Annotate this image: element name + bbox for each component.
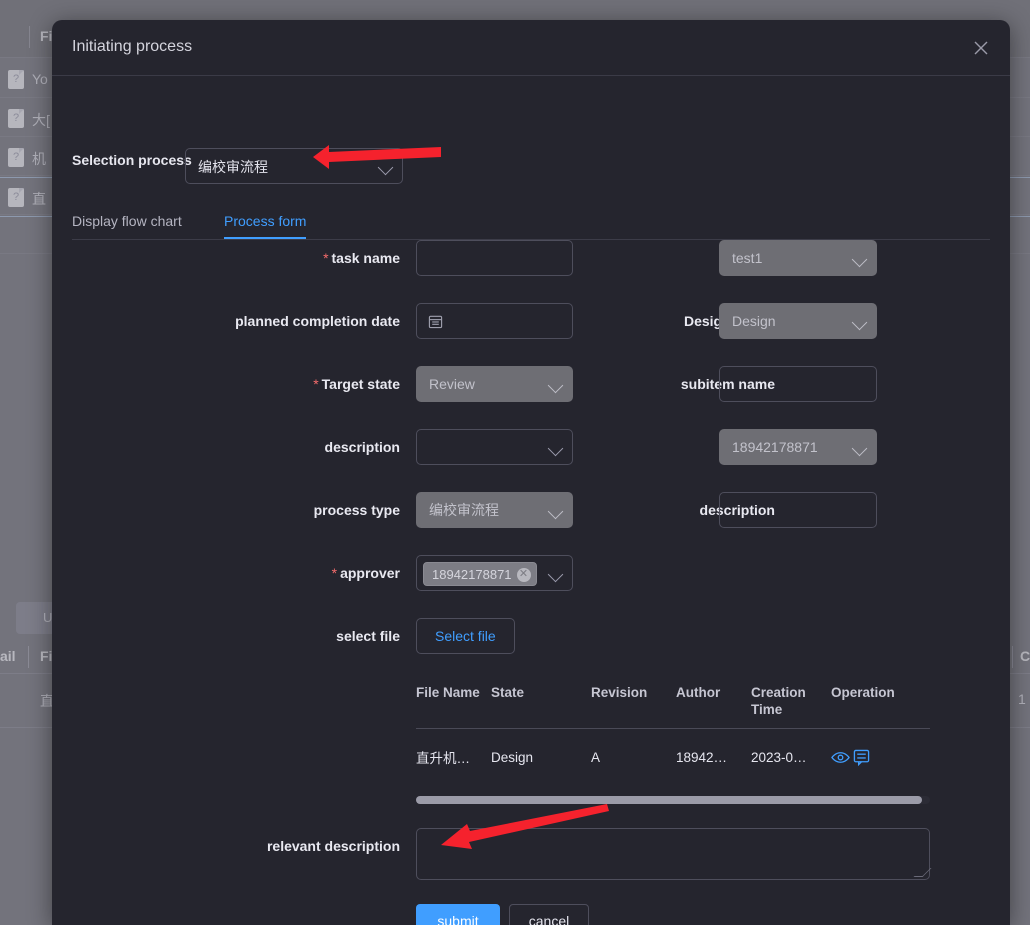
cell-file-name: 直升机… (416, 751, 470, 766)
cell-state: Design (491, 749, 534, 765)
view-icon[interactable] (831, 750, 850, 765)
cell-author: 18942… (676, 749, 728, 765)
process-form: *task name *project test1 planned comple… (52, 240, 1010, 681)
comment-icon[interactable] (853, 749, 870, 766)
textarea-relevant-description[interactable] (416, 828, 932, 880)
select-process-type[interactable]: 编校审流程 (416, 492, 573, 528)
col-author: Author (676, 676, 751, 729)
dialog-title: Initiating process (72, 38, 193, 55)
input-task-name[interactable] (416, 240, 573, 276)
submit-button[interactable]: submit (416, 904, 500, 925)
label-planned-completion-date: planned completion date (235, 313, 400, 329)
select-description[interactable] (416, 429, 573, 465)
col-file-name: File Name (416, 676, 491, 729)
label-approver: * approver (331, 565, 400, 581)
label-relevant-description: relevant description (266, 838, 400, 854)
select-project[interactable]: test1 (719, 240, 877, 276)
col-creation-time: Creation Time (751, 676, 831, 729)
close-icon[interactable] (970, 37, 992, 59)
input-description-right[interactable] (719, 492, 877, 528)
chevron-down-icon (547, 566, 564, 583)
required-asterisk: * (313, 376, 319, 392)
cancel-button[interactable]: cancel (509, 904, 589, 925)
label-target-state: * Target state (313, 376, 400, 392)
cell-operation (831, 729, 930, 786)
select-file-button[interactable]: Select file (416, 618, 515, 654)
dialog-header: Initiating process (52, 20, 1010, 76)
select-target-state[interactable]: Review (416, 366, 573, 402)
col-operation: Operation (831, 676, 930, 729)
dialog-tabs: Display flow chart Process form (72, 205, 990, 240)
textarea-relevant-description-value (417, 829, 929, 841)
form-row-2: * Target state Review subitem name (52, 366, 1010, 429)
col-state: State (491, 676, 591, 729)
chevron-down-icon (547, 440, 564, 457)
cell-creation-time: 2023-0… (751, 749, 807, 765)
date-planned-completion[interactable] (416, 303, 573, 339)
selection-process-label: Selection process (72, 152, 192, 168)
select-design-phase[interactable]: Design (719, 303, 877, 339)
selected-files-table: File Name State Revision Author Creation… (416, 676, 930, 785)
scrollbar-thumb[interactable] (416, 796, 922, 804)
form-row-4: process type 编校审流程 description (52, 492, 1010, 555)
approver-tag[interactable]: 18942178871 ✕ (423, 562, 537, 586)
resize-grip-icon[interactable] (913, 868, 932, 877)
input-subitem-name[interactable] (719, 366, 877, 402)
select-initiator[interactable]: 18942178871 (719, 429, 877, 465)
form-row-select-file: select file Select file (52, 618, 1010, 681)
select-approver[interactable]: 18942178871 ✕ (416, 555, 573, 591)
required-asterisk: * (331, 565, 338, 581)
form-row-0: *task name *project test1 (52, 240, 1010, 303)
tab-process-form[interactable]: Process form (224, 205, 307, 239)
label-process-type: process type (313, 502, 400, 518)
selection-process-select[interactable]: 编校审流程 (185, 148, 403, 184)
required-asterisk: * (323, 250, 329, 266)
table-row: 直升机… Design A 18942… 2023-0… (416, 729, 930, 786)
label-task-name: * task name (323, 250, 400, 266)
tab-display-flow-chart[interactable]: Display flow chart (72, 205, 182, 238)
table-header-row: File Name State Revision Author Creation… (416, 676, 930, 729)
form-row-1: planned completion date Design phase (52, 303, 1010, 366)
chevron-down-icon (377, 159, 394, 176)
approver-tag-label: 18942178871 (432, 567, 512, 582)
table-horizontal-scrollbar[interactable] (416, 796, 930, 804)
label-select-file: select file (336, 628, 400, 644)
initiating-process-dialog: Initiating process Selection process 编校审… (52, 20, 1010, 925)
form-row-3: description initiator 18942178871 (52, 429, 1010, 492)
col-revision: Revision (591, 676, 676, 729)
selection-process-value: 编校审流程 (198, 159, 268, 175)
calendar-icon (428, 314, 443, 329)
cell-revision: A (591, 749, 601, 765)
tag-close-icon[interactable]: ✕ (516, 568, 531, 582)
form-row-approver: * approver 18942178871 ✕ (52, 555, 1010, 618)
label-description-left: description (324, 439, 400, 455)
